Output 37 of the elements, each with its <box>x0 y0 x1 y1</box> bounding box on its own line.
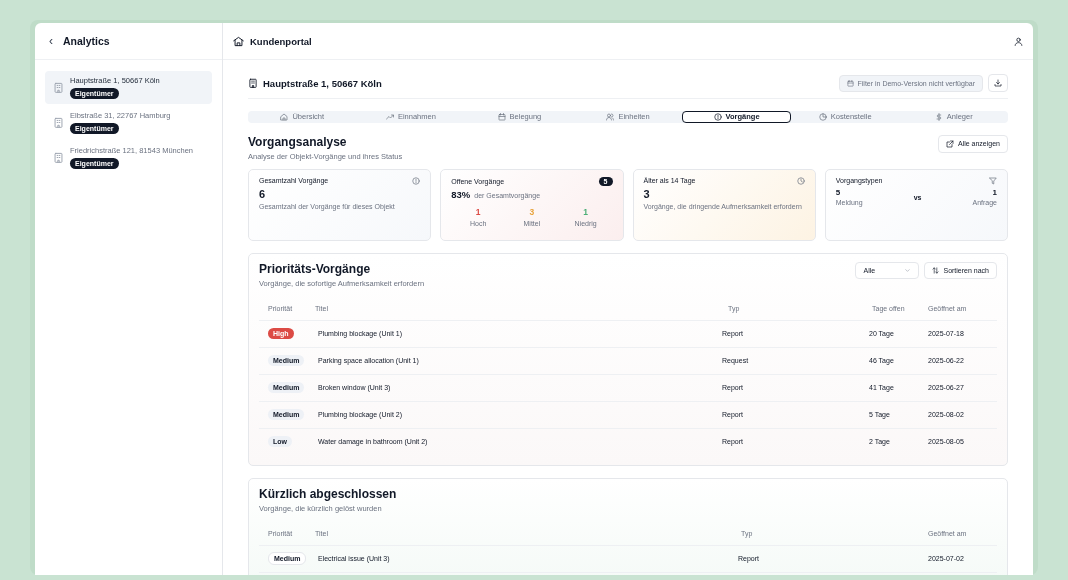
type-count: 1 <box>992 187 997 197</box>
panel-title: Kürzlich abgeschlossen <box>259 486 398 501</box>
calendar-icon <box>497 112 506 121</box>
portal-title: Kundenportal <box>250 35 313 47</box>
building-icon <box>248 78 258 88</box>
type-count: 5 <box>835 187 842 197</box>
priority-count: 1 <box>583 206 588 217</box>
download-icon <box>994 79 1002 87</box>
card-value: 3 <box>643 187 651 200</box>
panel-title: Prioritäts-Vorgänge <box>259 261 372 276</box>
user-icon <box>1014 36 1023 46</box>
clock-icon <box>796 176 805 185</box>
calendar-icon <box>846 79 854 87</box>
priority-count: 1 <box>475 206 481 217</box>
building-icon <box>53 82 64 93</box>
building-icon <box>53 117 64 128</box>
chevron-icon <box>904 266 912 274</box>
external-link-icon <box>945 139 954 148</box>
back-button[interactable]: ‹ <box>49 34 53 48</box>
pie-chart-icon <box>818 112 827 121</box>
sidebar-title: Analytics <box>63 35 110 47</box>
filter-icon <box>989 176 997 185</box>
card-value: 6 <box>259 187 267 200</box>
home-icon <box>280 112 289 121</box>
house-icon <box>233 35 244 47</box>
building-icon <box>53 152 64 163</box>
download-button[interactable] <box>988 74 1008 92</box>
alert-icon <box>713 112 722 121</box>
card-value: 83% <box>451 188 471 200</box>
trend-icon <box>385 112 394 121</box>
property-title: Hauptstraße 1, 50667 Köln <box>263 77 383 89</box>
info-icon <box>412 176 421 185</box>
dollar-icon <box>934 112 943 121</box>
users-icon <box>606 112 615 121</box>
sort-icon <box>932 266 940 274</box>
section-title: Vorgangsanalyse <box>248 134 348 149</box>
priority-count: 3 <box>529 206 535 217</box>
